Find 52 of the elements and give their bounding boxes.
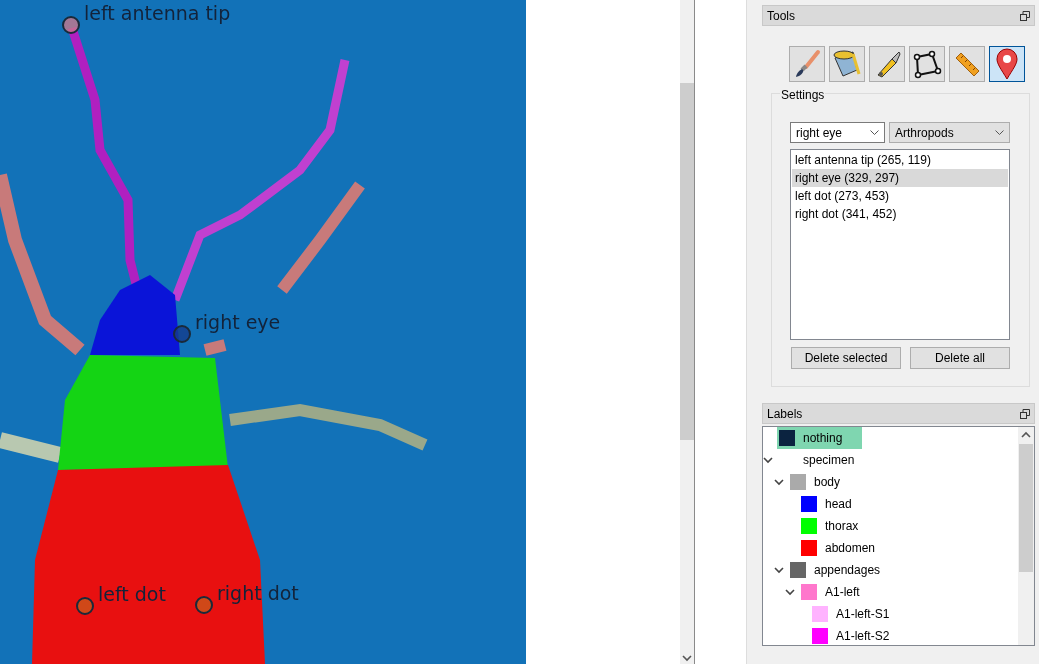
label-name: thorax	[825, 518, 859, 535]
tree-item[interactable]: specimen	[777, 449, 875, 471]
chevron-up-icon[interactable]	[1021, 431, 1031, 438]
chevron-icon[interactable]	[785, 588, 795, 596]
chevron-icon[interactable]	[774, 566, 784, 574]
list-item[interactable]: right dot (341, 452)	[792, 205, 1008, 223]
list-item[interactable]: right eye (329, 297)	[792, 169, 1008, 187]
label-name: specimen	[803, 452, 855, 469]
tree-item[interactable]: body	[788, 471, 861, 493]
label-name: appendages	[814, 562, 881, 579]
map-pin-icon	[994, 48, 1019, 80]
tree-item[interactable]: A1-left-S2	[810, 625, 910, 645]
scrollbar-thumb[interactable]	[680, 83, 694, 440]
tool-button[interactable]	[908, 46, 945, 82]
scrollbar-thumb[interactable]	[1019, 444, 1033, 572]
label-name: head	[825, 496, 852, 513]
polygon-icon	[911, 49, 942, 79]
tool-button[interactable]	[868, 46, 905, 82]
delete-button[interactable]: Delete all	[910, 347, 1010, 369]
tree-item[interactable]: head	[799, 493, 872, 515]
tree-item[interactable]: abdomen	[799, 537, 896, 559]
panel-title: Tools	[767, 7, 795, 25]
float-icon[interactable]	[1020, 408, 1030, 419]
tool-button[interactable]	[988, 46, 1025, 82]
chevron-down-icon[interactable]	[995, 129, 1004, 136]
float-icon[interactable]	[1020, 10, 1030, 21]
label-name: A1-left	[825, 584, 860, 601]
tree-item[interactable]: thorax	[799, 515, 879, 537]
chevron-icon[interactable]	[774, 478, 784, 486]
chevron-icon[interactable]	[763, 456, 773, 464]
point-label: left dot	[98, 585, 166, 604]
label-name: A1-left-S1	[836, 606, 890, 623]
point-label: left antenna tip	[84, 4, 231, 23]
label-name: abdomen	[825, 540, 876, 557]
list-item[interactable]: left antenna tip (265, 119)	[792, 151, 1008, 169]
tree-item[interactable]: A1-left	[799, 581, 880, 603]
tree-item[interactable]: nothing	[777, 427, 863, 449]
tree-item[interactable]: appendages	[788, 559, 901, 581]
label-name: A1-left-S2	[836, 628, 890, 645]
point-label: right dot	[217, 584, 299, 603]
chevron-down-icon[interactable]	[682, 654, 692, 662]
tool-button[interactable]	[828, 46, 865, 82]
label-name: body	[814, 474, 841, 491]
label-dropdown[interactable]: right eye	[790, 122, 885, 143]
list-item[interactable]: left dot (273, 453)	[792, 187, 1008, 205]
delete-button[interactable]: Delete selected	[791, 347, 901, 369]
label-name: nothing	[803, 430, 843, 447]
chevron-down-icon[interactable]	[870, 129, 879, 136]
scheme-dropdown[interactable]: Arthropods	[889, 122, 1010, 143]
panel-title: Labels	[767, 405, 803, 423]
point-label: right eye	[195, 313, 281, 332]
tree-item[interactable]: A1-left-S1	[810, 603, 910, 625]
